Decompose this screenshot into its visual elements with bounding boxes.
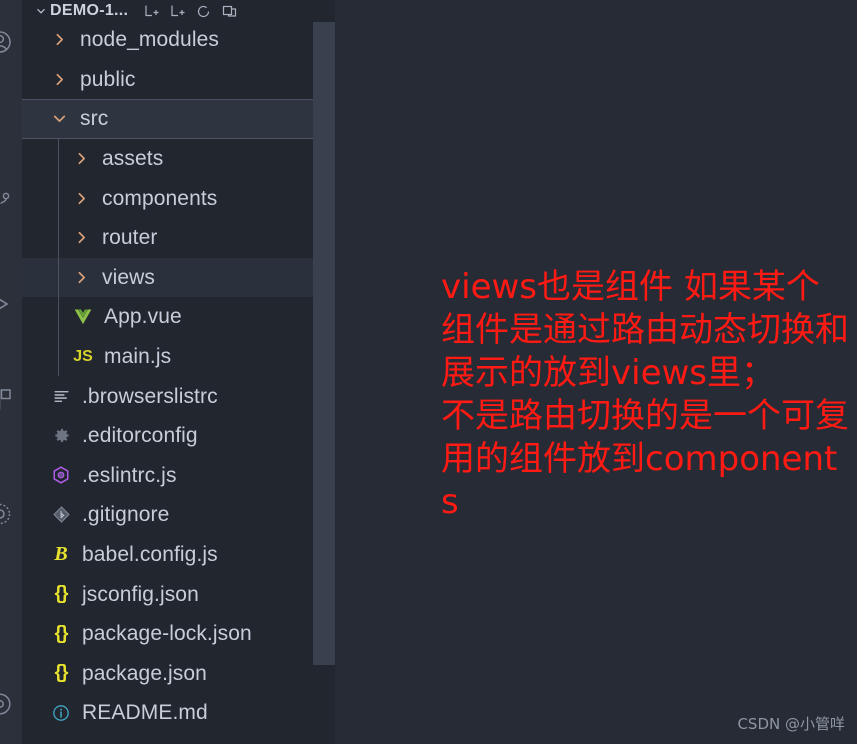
settings-gear-icon[interactable] — [0, 690, 14, 718]
tree-row-label: main.js — [104, 345, 172, 369]
tree-row-label: components — [102, 186, 218, 210]
indent-guide — [58, 178, 59, 218]
tree-row-label: .eslintrc.js — [82, 463, 177, 487]
editor-area: views也是组件 如果某个组件是通过路由动态切换和展示的放到views里； 不… — [335, 0, 857, 744]
json-braces-icon: {} — [54, 622, 69, 644]
annotation-text: views也是组件 如果某个组件是通过路由动态切换和展示的放到views里； 不… — [441, 267, 849, 522]
json-braces-icon: {} — [54, 662, 69, 684]
new-file-icon[interactable] — [138, 0, 164, 22]
chevron-right-icon[interactable] — [70, 229, 92, 246]
indent-guide — [58, 336, 59, 377]
tree-row-label: .browserslistrc — [82, 384, 218, 408]
tree-row-label: node_modules — [80, 28, 219, 52]
tree-row-router[interactable]: router — [22, 217, 335, 258]
tree-row-gitignore[interactable]: .gitignore — [22, 495, 335, 535]
vue-file-icon — [70, 307, 96, 327]
tree-row-label: package.json — [82, 661, 207, 685]
source-control-icon[interactable] — [0, 185, 14, 213]
config-list-icon — [48, 387, 74, 406]
tree-row-main-js[interactable]: JS main.js — [22, 336, 335, 377]
tree-row-node-modules[interactable]: node_modules — [22, 20, 335, 60]
tree-row-eslintrc-js[interactable]: .eslintrc.js — [22, 455, 335, 496]
babel-icon: B — [54, 543, 68, 566]
tree-row-label: public — [80, 67, 136, 91]
tree-row-babel-config-js[interactable]: Bbabel.config.js — [22, 534, 335, 575]
tree-row-label: README.md — [82, 701, 208, 725]
tree-row-jsconfig-json[interactable]: {} jsconfig.json — [22, 574, 335, 614]
indent-guide — [58, 217, 59, 258]
indent-guide — [58, 297, 59, 337]
chevron-right-icon[interactable] — [70, 150, 92, 167]
tree-row-src[interactable]: src — [22, 99, 335, 139]
tree-row-editorconfig[interactable]: .editorconfig — [22, 415, 335, 456]
tree-row-package-lock-json[interactable]: {} package-lock.json — [22, 613, 335, 654]
chevron-down-icon[interactable] — [48, 110, 70, 127]
chevron-right-icon[interactable] — [70, 269, 92, 286]
file-tree[interactable]: node_modulespublic src assets components rou… — [22, 20, 335, 733]
indent-guide — [58, 138, 59, 179]
extensions-icon[interactable] — [0, 385, 14, 413]
refresh-icon[interactable] — [190, 0, 216, 22]
tree-row-components[interactable]: components — [22, 178, 335, 218]
tree-row-label: jsconfig.json — [82, 582, 199, 606]
tree-row-readme-md[interactable]: README.md — [22, 693, 335, 733]
chevron-down-icon[interactable] — [34, 4, 48, 18]
tree-row-views[interactable]: views — [22, 257, 335, 298]
indent-guide — [58, 257, 59, 298]
activity-bar — [0, 0, 22, 744]
eslint-icon — [48, 465, 74, 485]
tree-row-package-json[interactable]: {} package.json — [22, 653, 335, 694]
tree-row-app-vue[interactable]: App.vue — [22, 297, 335, 337]
tree-row-label: .gitignore — [82, 503, 170, 527]
tree-row-label: babel.config.js — [82, 543, 218, 567]
tree-row-assets[interactable]: assets — [22, 138, 335, 179]
json-braces-icon: {} — [54, 583, 69, 605]
account-circle-icon[interactable] — [0, 28, 14, 56]
git-icon — [48, 505, 74, 524]
info-circle-icon — [48, 703, 74, 723]
chevron-right-icon[interactable] — [70, 190, 92, 207]
tree-row-label: .editorconfig — [82, 424, 198, 448]
javascript-file-icon: JS — [73, 347, 93, 365]
sidebar-scrollbar[interactable] — [313, 22, 335, 665]
tree-row-label: package-lock.json — [82, 622, 252, 646]
tree-row-label: router — [102, 226, 158, 250]
tree-row-label: App.vue — [104, 305, 182, 329]
gear-icon — [48, 426, 74, 445]
tree-row-label: views — [102, 265, 156, 289]
remote-explorer-icon[interactable] — [0, 500, 14, 528]
explorer-header: DEMO-1... — [22, 0, 335, 22]
tree-row-label: assets — [102, 147, 164, 171]
page-title: DEMO-1... — [50, 2, 129, 19]
collapse-all-icon[interactable] — [216, 0, 242, 22]
tree-row-label: src — [80, 107, 109, 131]
new-folder-icon[interactable] — [164, 0, 190, 22]
tree-row-browserslistrc[interactable]: .browserslistrc — [22, 376, 335, 416]
watermark: CSDN @小管咩 — [737, 715, 845, 733]
chevron-right-icon[interactable] — [48, 71, 70, 88]
tree-row-public[interactable]: public — [22, 59, 335, 100]
chevron-right-icon[interactable] — [48, 31, 70, 48]
explorer-sidebar: DEMO-1... node_modulespublic src assets com… — [22, 0, 335, 744]
run-and-debug-icon[interactable] — [0, 290, 14, 318]
